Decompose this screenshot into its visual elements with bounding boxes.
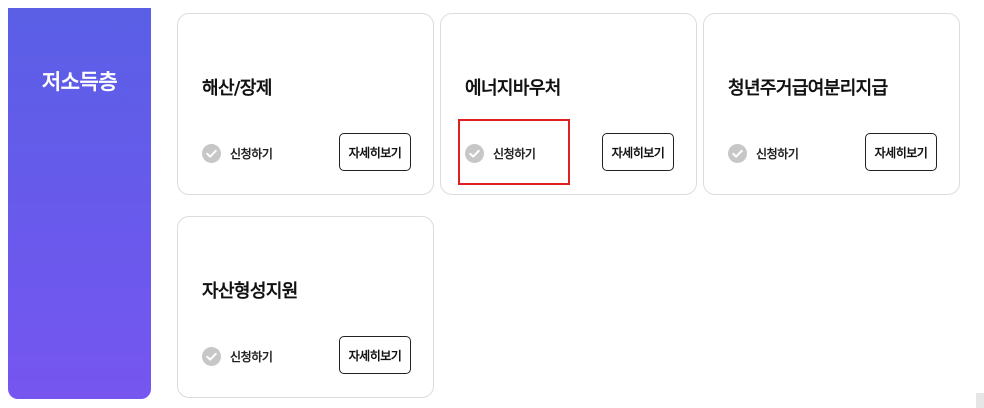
service-card: 청년주거급여분리지급 신청하기 자세히보기 — [703, 13, 960, 195]
card-title: 자산형성지원 — [202, 281, 298, 302]
service-card: 자산형성지원 신청하기 자세히보기 — [177, 216, 434, 398]
check-circle-icon — [202, 143, 221, 163]
apply-link[interactable]: 신청하기 — [465, 143, 536, 163]
card-title: 해산/장제 — [202, 78, 272, 99]
apply-link[interactable]: 신청하기 — [728, 143, 799, 163]
apply-label: 신청하기 — [493, 146, 536, 161]
category-panel: 저소득층 — [8, 8, 151, 399]
check-circle-icon — [202, 346, 221, 366]
apply-link[interactable]: 신청하기 — [202, 346, 273, 366]
service-card: 에너지바우처 신청하기 자세히보기 — [440, 13, 697, 195]
apply-label: 신청하기 — [756, 146, 799, 161]
scrollbar-stub[interactable] — [976, 393, 984, 408]
check-circle-icon — [728, 143, 747, 163]
check-circle-icon — [465, 143, 484, 163]
apply-link[interactable]: 신청하기 — [202, 143, 273, 163]
detail-button[interactable]: 자세히보기 — [339, 133, 411, 171]
card-title: 에너지바우처 — [465, 78, 561, 99]
category-title: 저소득층 — [41, 70, 118, 94]
card-title: 청년주거급여분리지급 — [728, 78, 888, 99]
apply-label: 신청하기 — [230, 349, 273, 364]
detail-button[interactable]: 자세히보기 — [865, 133, 937, 171]
benefits-page: 저소득층 해산/장제 신청하기 자세히보기 에너지바우처 신청하기 자세히보기 … — [0, 0, 984, 408]
service-card: 해산/장제 신청하기 자세히보기 — [177, 13, 434, 195]
detail-button[interactable]: 자세히보기 — [602, 133, 674, 171]
detail-button[interactable]: 자세히보기 — [339, 336, 411, 374]
apply-label: 신청하기 — [230, 146, 273, 161]
